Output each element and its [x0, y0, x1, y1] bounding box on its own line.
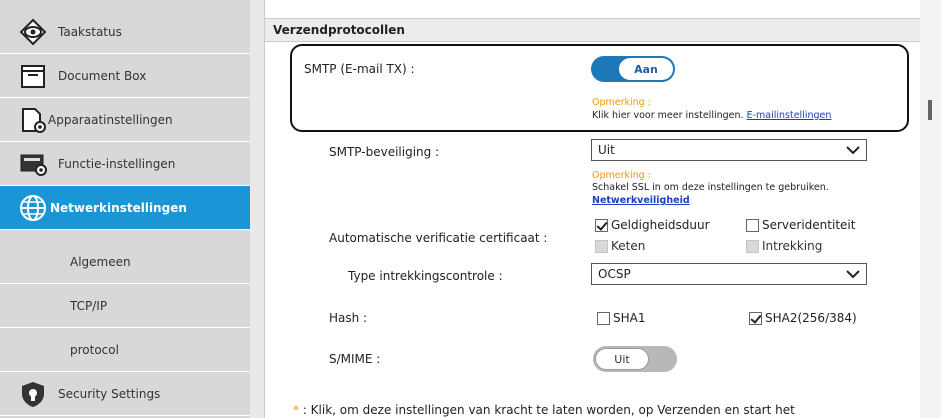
sidebar-item-taakstatus[interactable]: Taakstatus [0, 10, 250, 54]
checkbox-keten: Keten [595, 239, 645, 253]
smtp-security-note-text: Schakel SSL in om deze instellingen te g… [592, 182, 829, 193]
checkbox-label: SHA1 [613, 311, 646, 325]
checkbox-label: Keten [611, 239, 646, 253]
scrollbar[interactable] [920, 0, 941, 418]
smtp-security-value: Uit [598, 143, 615, 157]
footer-text: : Klik, om deze instellingen van kracht … [302, 403, 795, 417]
section-title: Verzendprotocollen [265, 18, 921, 42]
device-settings-icon [18, 105, 48, 135]
shield-icon [18, 379, 48, 409]
revocation-value: OCSP [598, 267, 631, 281]
sidebar-item-label: Netwerkinstellingen [50, 200, 187, 215]
scrollbar-thumb[interactable] [928, 100, 932, 120]
checkbox-label: SHA2(256/384) [765, 311, 857, 325]
checkbox-label: Intrekking [762, 239, 823, 253]
sidebar-item-label: Security Settings [58, 386, 161, 401]
chevron-down-icon [846, 270, 860, 279]
checkbox-geldigheidsduur[interactable]: Geldigheidsduur [595, 218, 710, 232]
sidebar-item-security-settings[interactable]: Security Settings [0, 372, 250, 416]
sidebar-subitem-tcpip[interactable]: TCP/IP [0, 284, 250, 328]
smtp-highlight-frame [290, 44, 909, 132]
sidebar: Taakstatus Document Box Apparaatinstelli… [0, 0, 250, 418]
smime-toggle-knob: Uit [595, 348, 649, 370]
sidebar-subitem-protocol[interactable]: protocol [0, 328, 250, 372]
smtp-security-note-title: Opmerking : [592, 170, 651, 181]
globe-icon [18, 193, 48, 223]
checkbox-box [746, 239, 759, 253]
cert-verify-label: Automatische verificatie certificaat : [329, 231, 548, 245]
sidebar-item-document-box[interactable]: Document Box [0, 54, 250, 98]
sidebar-item-label: Taakstatus [58, 24, 122, 39]
sidebar-item-netwerkinstellingen[interactable]: Netwerkinstellingen [0, 186, 250, 230]
sidebar-subitem-label: Algemeen [70, 254, 131, 269]
smtp-security-label: SMTP-beveiliging : [329, 145, 440, 159]
network-security-link-wrap: Netwerkveiligheid [592, 195, 690, 206]
checkbox-box [595, 239, 608, 253]
sidebar-item-label: Apparaatinstellingen [48, 112, 173, 127]
sidebar-subitem-label: TCP/IP [70, 298, 108, 313]
checkbox-box[interactable] [749, 311, 762, 325]
footer-note: * : Klik, om deze instellingen van krach… [293, 403, 795, 417]
eye-icon [18, 17, 48, 47]
checkbox-label: Geldigheidsduur [611, 218, 710, 232]
sidebar-item-label: Functie-instellingen [58, 156, 176, 171]
revocation-label: Type intrekkingscontrole : [348, 269, 503, 283]
smime-toggle[interactable]: Uit [593, 346, 677, 372]
sidebar-item-apparaatinstellingen[interactable]: Apparaatinstellingen [0, 98, 250, 142]
smime-label: S/MIME : [329, 352, 381, 366]
checkbox-box[interactable] [597, 311, 610, 325]
folder-icon [18, 61, 48, 91]
sidebar-subitem-algemeen[interactable]: Algemeen [0, 240, 250, 284]
checkbox-box[interactable] [746, 218, 759, 232]
sidebar-item-functie-instellingen[interactable]: Functie-instellingen [0, 142, 250, 186]
sidebar-item-label: Document Box [58, 68, 147, 83]
required-star: * [293, 403, 299, 417]
panel-divider [250, 0, 264, 418]
network-security-link[interactable]: Netwerkveiligheid [592, 195, 690, 206]
checkbox-label: Serveridentiteit [762, 218, 856, 232]
checkbox-sha1[interactable]: SHA1 [597, 311, 645, 325]
smtp-security-select[interactable]: Uit [591, 139, 867, 161]
function-settings-icon [18, 149, 48, 179]
checkbox-sha2[interactable]: SHA2(256/384) [749, 311, 857, 325]
checkbox-intrekking: Intrekking [746, 239, 822, 253]
checkbox-serveridentiteit[interactable]: Serveridentiteit [746, 218, 855, 232]
hash-label: Hash : [329, 311, 368, 325]
revocation-select[interactable]: OCSP [591, 263, 867, 285]
sidebar-subitem-label: protocol [70, 342, 119, 357]
checkbox-box[interactable] [595, 218, 608, 232]
chevron-down-icon [846, 146, 860, 155]
